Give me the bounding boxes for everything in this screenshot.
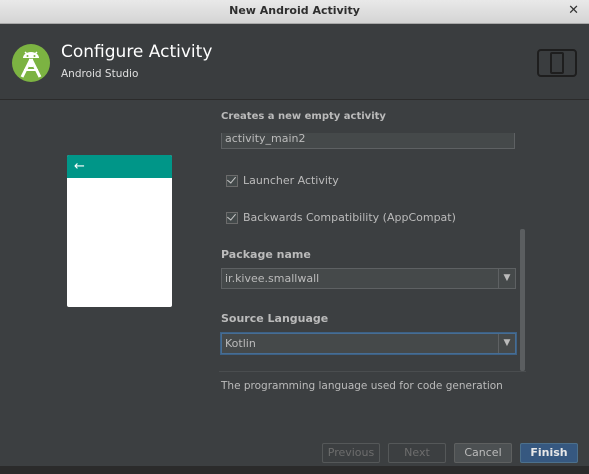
description-divider	[219, 371, 526, 372]
cancel-button[interactable]: Cancel	[454, 443, 512, 463]
launcher-activity-checkbox[interactable]: Launcher Activity	[226, 174, 339, 187]
dropdown-arrow-icon[interactable]: ▼	[498, 334, 515, 353]
back-arrow-icon: ←	[74, 159, 85, 174]
previous-button[interactable]: Previous	[322, 443, 380, 463]
preview-app-bar: ←	[67, 155, 172, 178]
source-language-label: Source Language	[221, 312, 329, 325]
layout-name-value: activity_main2	[225, 133, 306, 145]
package-name-combo[interactable]: ir.kivee.smallwall ▼	[221, 268, 516, 289]
package-name-label: Package name	[221, 248, 311, 261]
layout-name-field[interactable]: activity_main2	[221, 133, 515, 149]
form-scrollbar[interactable]	[520, 229, 525, 371]
dropdown-arrow-icon[interactable]: ▼	[498, 269, 515, 288]
bottom-edge-strip	[0, 466, 589, 474]
title-bar: New Android Activity ✕	[0, 0, 589, 24]
field-description: The programming language used for code g…	[221, 380, 503, 392]
activity-preview: ←	[67, 155, 172, 307]
header-subtitle: Android Studio	[61, 68, 139, 80]
launcher-activity-label: Launcher Activity	[243, 174, 339, 187]
finish-button[interactable]: Finish	[520, 443, 578, 463]
backwards-compat-checkbox[interactable]: Backwards Compatibility (AppCompat)	[226, 211, 456, 224]
source-language-value: Kotlin	[225, 337, 256, 350]
android-studio-logo	[12, 44, 50, 82]
header-title: Configure Activity	[61, 42, 213, 62]
package-name-value: ir.kivee.smallwall	[225, 272, 320, 285]
wizard-header: Configure Activity Android Studio	[0, 24, 589, 100]
next-button[interactable]: Next	[388, 443, 446, 463]
device-form-factor-icon	[537, 49, 577, 77]
window-title: New Android Activity	[229, 4, 360, 17]
template-caption: Creates a new empty activity	[221, 111, 386, 122]
close-icon[interactable]: ✕	[568, 3, 579, 18]
backwards-compat-label: Backwards Compatibility (AppCompat)	[243, 211, 456, 224]
checkbox-checked-icon[interactable]	[226, 174, 238, 187]
source-language-select[interactable]: Kotlin ▼	[221, 333, 516, 354]
checkbox-checked-icon[interactable]	[226, 211, 238, 224]
